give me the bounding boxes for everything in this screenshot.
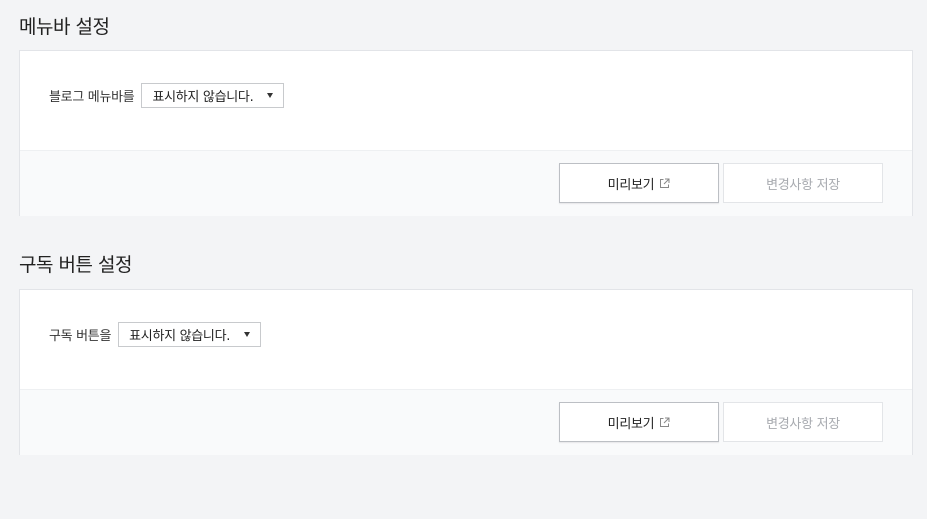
settings-card: 구독 버튼을 표시하지 않습니다. 미리보기 변경사항 저장	[19, 289, 913, 455]
select-value: 표시하지 않습니다.	[129, 329, 231, 344]
caret-down-icon	[244, 332, 251, 337]
subscribe-settings-section: 구독 버튼 설정 구독 버튼을 표시하지 않습니다. 미리보기 변경사항 저장	[19, 240, 913, 456]
menubar-display-select[interactable]: 표시하지 않습니다.	[141, 83, 285, 108]
preview-label: 미리보기	[607, 416, 655, 432]
external-link-icon	[659, 178, 670, 189]
subscribe-display-select[interactable]: 표시하지 않습니다.	[118, 322, 262, 347]
section-title: 구독 버튼 설정	[19, 254, 132, 276]
preview-button[interactable]: 미리보기	[559, 163, 719, 203]
card-body: 구독 버튼을 표시하지 않습니다.	[20, 290, 912, 389]
caret-down-icon	[267, 93, 274, 98]
preview-label: 미리보기	[607, 177, 655, 193]
save-label: 변경사항 저장	[766, 177, 840, 193]
menubar-label: 블로그 메뉴바를	[49, 90, 135, 105]
subscribe-row: 구독 버튼을 표시하지 않습니다.	[49, 321, 262, 348]
save-changes-button[interactable]: 변경사항 저장	[723, 163, 883, 203]
card-footer: 미리보기 변경사항 저장	[20, 150, 912, 216]
select-value: 표시하지 않습니다.	[152, 90, 254, 105]
save-changes-button[interactable]: 변경사항 저장	[723, 402, 883, 442]
card-body: 블로그 메뉴바를 표시하지 않습니다.	[20, 51, 912, 150]
section-title: 메뉴바 설정	[19, 16, 110, 38]
card-footer: 미리보기 변경사항 저장	[20, 389, 912, 455]
menubar-settings-section: 메뉴바 설정 블로그 메뉴바를 표시하지 않습니다. 미리보기 변경사항 저장	[19, 0, 913, 216]
subscribe-label: 구독 버튼을	[49, 329, 112, 344]
preview-button[interactable]: 미리보기	[559, 402, 719, 442]
menubar-row: 블로그 메뉴바를 표시하지 않습니다.	[49, 82, 285, 109]
save-label: 변경사항 저장	[766, 416, 840, 432]
settings-card: 블로그 메뉴바를 표시하지 않습니다. 미리보기 변경사항 저장	[19, 50, 913, 216]
external-link-icon	[659, 417, 670, 428]
